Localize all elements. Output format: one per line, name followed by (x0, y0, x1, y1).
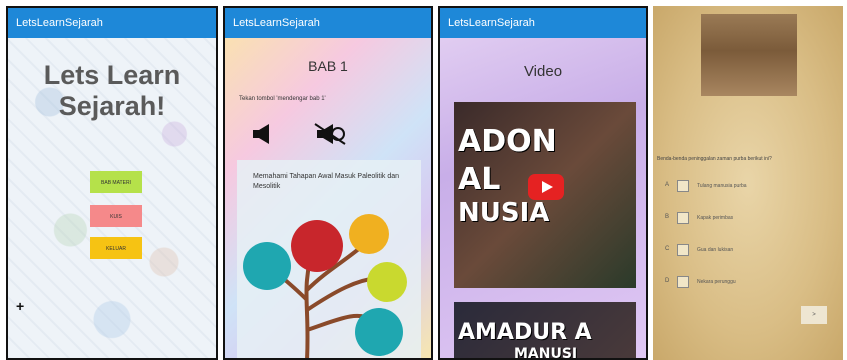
headline-line-2: Sejarah! (58, 91, 166, 121)
mindmap-card: Memahami Tahapan Awal Masuk Paleolitik d… (237, 160, 421, 358)
option-d-letter: D (665, 278, 670, 284)
next-button[interactable]: > (801, 306, 827, 324)
kuis-button[interactable]: KUIS (90, 205, 142, 227)
option-c-checkbox[interactable] (677, 244, 689, 256)
video-thumbnail-2[interactable]: AMADUR A MANUSI (454, 302, 636, 360)
quiz-screen: Benda-benda peninggalan zaman purba beri… (653, 6, 843, 360)
app-bar: LetsLearnSejarah (8, 8, 216, 38)
option-b-letter: B (665, 214, 670, 220)
option-a-checkbox[interactable] (677, 180, 689, 192)
app-headline: Lets Learn Sejarah! (8, 60, 216, 122)
headline-line-1: Lets Learn (43, 60, 181, 90)
mindmap-node-left (243, 242, 291, 290)
video1-text-line1: ADON (458, 124, 557, 159)
historical-site-image (701, 14, 797, 96)
option-d-text: Nekara perunggu (697, 279, 736, 285)
speaker-play-icon[interactable] (251, 124, 281, 144)
play-button-icon[interactable] (528, 174, 564, 200)
option-c-text: Gua dan lukisan (697, 247, 734, 253)
video-thumbnail-1[interactable]: ADON AL NUSIA (454, 102, 636, 288)
speaker-mute-icon[interactable] (313, 122, 347, 146)
chapter-screen: LetsLearnSejarah BAB 1 Tekan tombol 'men… (223, 6, 433, 360)
mindmap-node-right (367, 262, 407, 302)
keluar-button[interactable]: KELUAR (90, 237, 142, 259)
home-screen: LetsLearnSejarah Lets Learn Sejarah! BAB… (6, 6, 218, 360)
option-d-checkbox[interactable] (677, 276, 689, 288)
option-b-checkbox[interactable] (677, 212, 689, 224)
mindmap-node-center (291, 220, 343, 272)
chapter-heading: BAB 1 (308, 58, 348, 74)
listen-hint: Tekan tombol 'mendengar bab 1' (239, 96, 326, 102)
option-c-letter: C (665, 246, 670, 252)
add-icon[interactable]: + (16, 298, 24, 314)
video2-text-line2: MANUSI (514, 346, 578, 360)
mindmap-diagram (243, 214, 407, 358)
app-bar: LetsLearnSejarah (225, 8, 431, 38)
mindmap-node-top-right (349, 214, 389, 254)
video-screen: LetsLearnSejarah Video ADON AL NUSIA AMA… (438, 6, 648, 360)
video1-text-line2: AL (458, 162, 501, 197)
video-heading: Video (523, 63, 563, 80)
app-bar: LetsLearnSejarah (440, 8, 646, 38)
quiz-question: Benda-benda peninggalan zaman purba beri… (657, 156, 772, 162)
mindmap-node-bottom-right (355, 308, 403, 356)
option-b-text: Kapak perimbas (697, 215, 734, 221)
option-a-text: Tulang manusia purba (697, 183, 747, 189)
bab-materi-button[interactable]: BAB MATERI (90, 171, 142, 193)
video1-text-line3: NUSIA (458, 198, 550, 228)
video2-text-line1: AMADUR A (458, 320, 592, 345)
option-a-letter: A (665, 182, 670, 188)
